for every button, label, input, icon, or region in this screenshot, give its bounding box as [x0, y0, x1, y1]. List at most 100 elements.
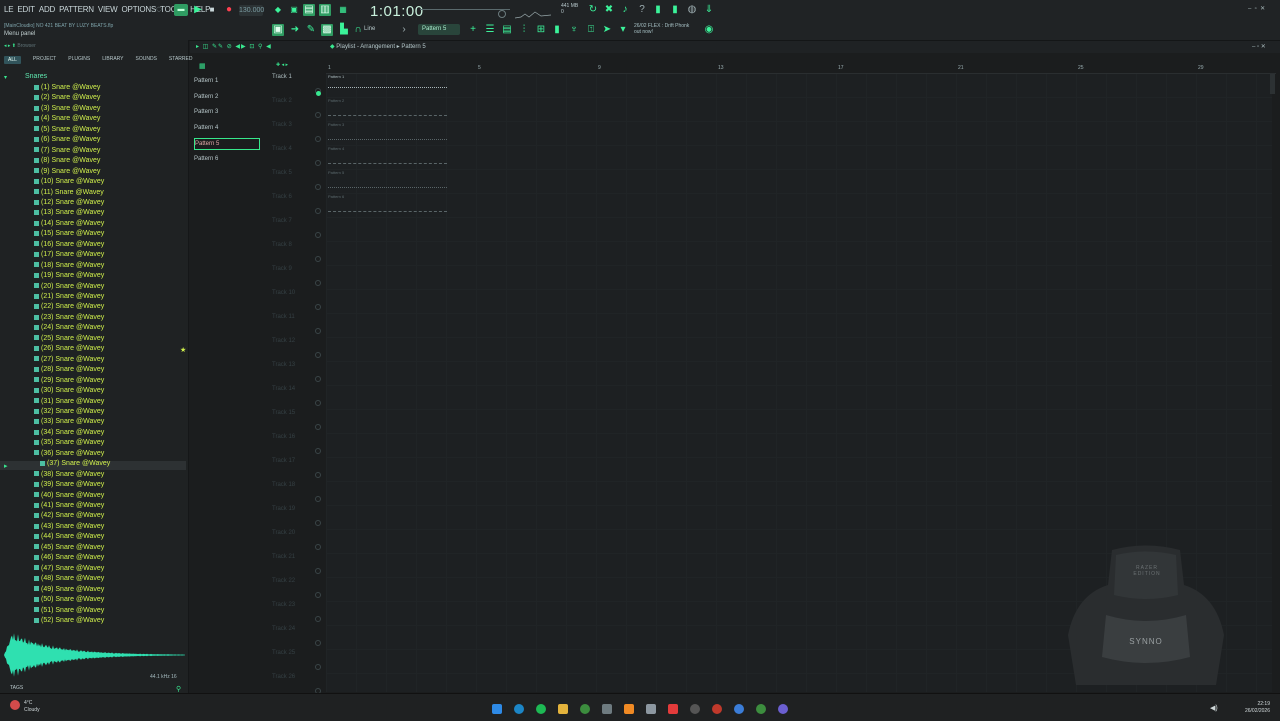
tab-sounds[interactable]: SOUNDS — [136, 56, 157, 64]
track-header[interactable]: Track 26 — [272, 674, 320, 680]
start-icon[interactable] — [492, 704, 502, 714]
pattern-item[interactable]: Pattern 6 — [194, 154, 258, 164]
system-clock[interactable]: 22:19 26/02/2026 — [1245, 701, 1270, 715]
volume-icon[interactable]: ◀) — [1210, 704, 1218, 712]
plus-icon[interactable]: + — [467, 24, 479, 36]
snap-mode-icon[interactable]: ∩ — [352, 24, 364, 36]
browser-item[interactable]: (4) Snare @Wavey — [34, 114, 100, 124]
browser-item[interactable]: (45) Snare @Wavey — [34, 543, 104, 553]
browser-item[interactable]: (29) Snare @Wavey — [34, 376, 104, 386]
track-mute-led[interactable] — [315, 424, 321, 430]
arrow-icon[interactable]: ➜ — [289, 24, 301, 36]
play-icon[interactable]: ▶ — [192, 4, 204, 16]
search-icon[interactable]: ⚲ — [176, 685, 181, 693]
browser-item[interactable]: (40) Snare @Wavey — [34, 491, 104, 501]
browser-item[interactable]: (22) Snare @Wavey — [34, 302, 104, 312]
browser-item[interactable]: (23) Snare @Wavey — [34, 313, 104, 323]
browser-item[interactable]: (9) Snare @Wavey — [34, 167, 100, 177]
loop-record-icon[interactable]: ▤ — [303, 4, 315, 16]
track-mute-led[interactable] — [315, 232, 321, 238]
browser-item[interactable]: (35) Snare @Wavey — [34, 438, 104, 448]
track-header[interactable]: Track 21 — [272, 554, 320, 560]
menu-file[interactable]: LE — [4, 5, 14, 14]
folder-snares[interactable]: Snares — [25, 73, 47, 80]
snap-icon[interactable]: ▣ — [272, 24, 284, 36]
browser-item[interactable]: (39) Snare @Wavey — [34, 480, 104, 490]
plugin-picker-icon[interactable]: ⊞ — [535, 24, 547, 36]
track-header[interactable]: Track 2 — [272, 98, 320, 104]
step-edit-icon[interactable]: ▥ — [319, 4, 331, 16]
spotify-icon[interactable] — [536, 704, 546, 714]
tempo-tap-icon[interactable]: ♆ — [568, 24, 580, 36]
browser-item[interactable]: (36) Snare @Wavey — [34, 449, 104, 459]
blend-notes-icon[interactable]: ▦ — [337, 4, 349, 16]
menu-add[interactable]: ADD — [39, 5, 56, 14]
edge-icon[interactable] — [734, 704, 744, 714]
track-mute-led[interactable] — [315, 112, 321, 118]
tab-library[interactable]: LIBRARY — [102, 56, 123, 64]
browser-item[interactable]: (3) Snare @Wavey — [34, 104, 100, 114]
menu-view[interactable]: VIEW — [98, 5, 118, 14]
pattern-item[interactable]: Pattern 1 — [194, 76, 258, 86]
tempo-display[interactable]: 130.000 — [239, 5, 264, 16]
vertical-scrollbar[interactable] — [1270, 74, 1275, 94]
chevron-right-icon[interactable]: › — [398, 24, 410, 36]
playlist-window-controls[interactable]: – ▫ ✕ — [1252, 43, 1266, 50]
track-header[interactable]: Track 4 — [272, 146, 320, 152]
undo-icon[interactable]: ↻ — [587, 4, 599, 16]
browser-item[interactable]: (41) Snare @Wavey — [34, 501, 104, 511]
browser-item[interactable]: (28) Snare @Wavey — [34, 365, 104, 375]
browser-item[interactable]: (21) Snare @Wavey — [34, 292, 104, 302]
browser-item[interactable]: (33) Snare @Wavey — [34, 417, 104, 427]
help-icon[interactable]: ? — [636, 4, 648, 16]
tab-plugins[interactable]: PLUGINS — [68, 56, 90, 64]
channel-rack-icon[interactable]: ▮ — [669, 4, 681, 16]
folder-expand-icon[interactable]: ▾ — [4, 74, 7, 81]
browser-item[interactable]: (27) Snare @Wavey — [34, 355, 104, 365]
metronome-icon[interactable]: ◌ — [153, 4, 165, 16]
weather-widget[interactable]: 4°C Cloudy — [24, 700, 40, 714]
pattern-clip[interactable]: Pattern 1 — [328, 74, 447, 96]
online-icon[interactable]: ◉ — [703, 24, 715, 36]
window-controls[interactable]: – ▫ ✕ — [1248, 5, 1265, 12]
browser-app-icon[interactable] — [712, 704, 722, 714]
browser-item[interactable]: (15) Snare @Wavey — [34, 229, 104, 239]
browser-item[interactable]: (34) Snare @Wavey — [34, 428, 104, 438]
browser-item[interactable]: (42) Snare @Wavey — [34, 511, 104, 521]
pattern-selector[interactable]: Pattern 5 — [418, 24, 460, 35]
browser-item[interactable]: (31) Snare @Wavey — [34, 397, 104, 407]
track-header[interactable]: Track 23 — [272, 602, 320, 608]
browser-item[interactable]: (17) Snare @Wavey — [34, 250, 104, 260]
track-mute-led[interactable] — [315, 616, 321, 622]
track-mute-led[interactable] — [315, 496, 321, 502]
track-mute-led[interactable] — [315, 568, 321, 574]
browser-item[interactable]: (11) Snare @Wavey — [34, 188, 104, 198]
steam-icon[interactable] — [514, 704, 524, 714]
track-mute-led[interactable] — [315, 184, 321, 190]
pattern-clip[interactable]: Pattern 5 — [328, 170, 447, 192]
browser-item[interactable]: (7) Snare @Wavey — [34, 146, 100, 156]
browser-item[interactable]: (12) Snare @Wavey — [34, 198, 104, 208]
track-header[interactable]: Track 16 — [272, 434, 320, 440]
pattern-item[interactable]: Pattern 5 — [194, 138, 260, 150]
menu-edit[interactable]: EDIT — [17, 5, 35, 14]
wait-icon[interactable]: ◆ — [272, 4, 284, 16]
browser-item[interactable]: (5) Snare @Wavey — [34, 125, 100, 135]
menu-options[interactable]: OPTIONS — [122, 5, 157, 14]
browser-item[interactable]: (50) Snare @Wavey — [34, 595, 104, 605]
track-mute-led[interactable] — [315, 304, 321, 310]
browser-item[interactable]: (20) Snare @Wavey — [34, 282, 104, 292]
piano-roll-icon[interactable]: ♪ — [619, 4, 631, 16]
track-mute-led[interactable] — [315, 544, 321, 550]
track-header[interactable]: Track 6 — [272, 194, 320, 200]
browser-item[interactable]: (6) Snare @Wavey — [34, 135, 100, 145]
playlist-icon[interactable]: ▮ — [652, 4, 664, 16]
tab-all[interactable]: ALL — [4, 56, 21, 64]
browser-item[interactable]: (1) Snare @Wavey — [34, 83, 100, 93]
song-position[interactable]: 1:01:00 — [370, 3, 424, 20]
typing-keyboard-icon[interactable]: ▙ — [338, 24, 350, 36]
browser-item[interactable]: (13) Snare @Wavey — [34, 208, 104, 218]
browser-item[interactable]: (14) Snare @Wavey — [34, 219, 104, 229]
browser-item[interactable]: (38) Snare @Wavey — [34, 470, 104, 480]
stop-icon[interactable]: ■ — [206, 4, 218, 16]
